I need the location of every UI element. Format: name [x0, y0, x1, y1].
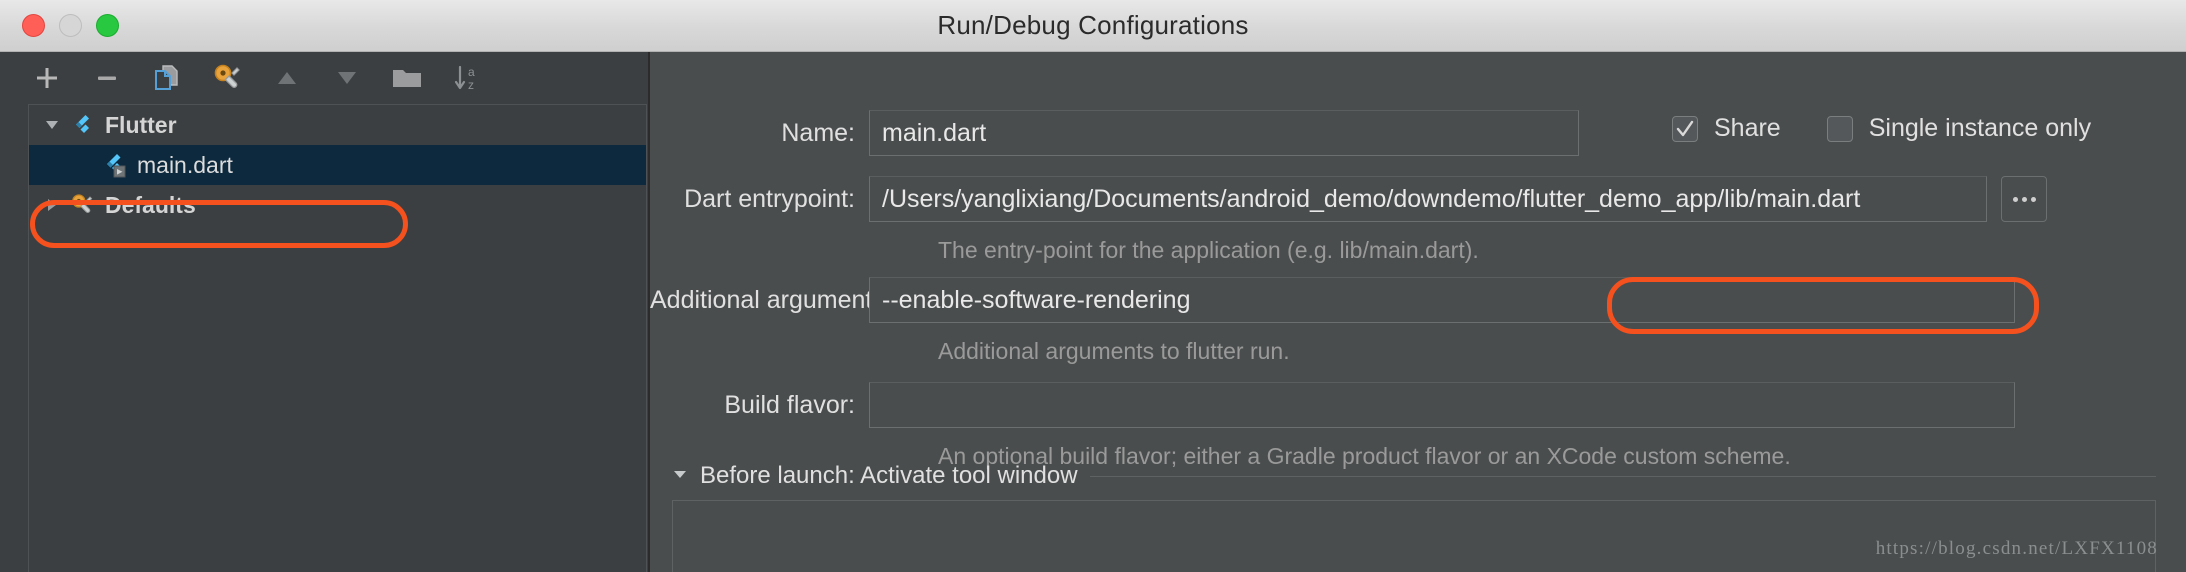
additional-arguments-input[interactable]: --enable-software-rendering — [869, 277, 2015, 323]
dart-entrypoint-browse-button[interactable] — [2001, 176, 2047, 222]
move-up-button[interactable] — [270, 61, 304, 95]
before-launch-rule — [1089, 475, 2156, 477]
build-flavor-label: Build flavor: — [724, 390, 855, 419]
run-debug-configurations-window: Run/Debug Configurations a z Flutter mai… — [0, 0, 2186, 572]
configurations-tree[interactable]: Flutter main.dart Defaults — [28, 104, 647, 572]
chevron-down-icon[interactable] — [672, 466, 688, 487]
chevron-down-icon[interactable] — [37, 116, 67, 134]
build-flavor-input[interactable] — [869, 382, 2015, 428]
triangle-up-icon — [278, 72, 296, 84]
additional-arguments-row: Additional arguments: --enable-software-… — [650, 277, 2186, 323]
traffic-light-group — [22, 14, 119, 37]
flutter-icon — [67, 113, 97, 137]
window-titlebar: Run/Debug Configurations — [0, 0, 2186, 52]
before-launch-header[interactable]: Before launch: Activate tool window — [672, 462, 2186, 490]
tree-item-main-dart[interactable]: main.dart — [29, 145, 646, 185]
tree-item-label: main.dart — [137, 151, 233, 178]
checkmark-icon — [1676, 120, 1694, 136]
triangle-down-icon — [338, 72, 356, 84]
svg-text:z: z — [468, 78, 474, 92]
name-label: Name: — [781, 118, 855, 147]
share-checkbox[interactable] — [1672, 115, 1698, 142]
single-instance-label[interactable]: Single instance only — [1869, 114, 2091, 143]
tree-item-label: Flutter — [105, 111, 177, 138]
single-instance-checkbox[interactable] — [1826, 115, 1853, 142]
remove-button[interactable] — [90, 61, 124, 95]
flutter-run-icon — [99, 152, 129, 178]
before-launch-task-list[interactable] — [672, 500, 2156, 572]
watermark: https://blog.csdn.net/LXFX1108 — [1875, 538, 2158, 559]
build-flavor-row: Build flavor: — [650, 382, 2186, 428]
wrench-icon — [214, 64, 240, 88]
plus-icon — [37, 68, 57, 88]
share-label[interactable]: Share — [1714, 114, 1781, 143]
tree-item-defaults[interactable]: Defaults — [29, 185, 646, 225]
dart-entrypoint-hint: The entry-point for the application (e.g… — [938, 237, 1479, 263]
additional-arguments-label: Additional arguments: — [650, 285, 892, 314]
copy-button[interactable] — [150, 61, 184, 95]
tree-item-flutter[interactable]: Flutter — [29, 105, 646, 145]
additional-arguments-hint: Additional arguments to flutter run. — [938, 338, 1290, 364]
edit-defaults-button[interactable] — [210, 61, 244, 95]
dart-entrypoint-row: Dart entrypoint: /Users/yanglixiang/Docu… — [650, 176, 2186, 222]
copy-icon — [155, 65, 178, 90]
configurations-pane: a z Flutter main.dart Defaults — [0, 52, 648, 572]
chevron-right-icon[interactable] — [37, 196, 67, 214]
name-input[interactable]: main.dart — [869, 110, 1579, 156]
sort-button[interactable]: a z — [450, 61, 484, 95]
svg-text:a: a — [468, 65, 475, 79]
add-button[interactable] — [30, 61, 64, 95]
ellipsis-icon — [2012, 196, 2036, 202]
tree-item-label: Defaults — [105, 191, 196, 218]
configuration-editor-pane: Name: main.dart Share Single instance on… — [650, 52, 2186, 572]
minimize-window-button[interactable] — [59, 14, 82, 37]
new-folder-button[interactable] — [390, 61, 424, 95]
dart-entrypoint-input[interactable]: /Users/yanglixiang/Documents/android_dem… — [869, 176, 1987, 222]
move-down-button[interactable] — [330, 61, 364, 95]
dart-entrypoint-label: Dart entrypoint: — [684, 184, 855, 213]
window-title: Run/Debug Configurations — [937, 10, 1249, 40]
configurations-toolbar: a z — [0, 52, 648, 104]
window-content: a z Flutter main.dart Defaults Name: mai… — [0, 52, 2186, 572]
wrench-icon — [67, 193, 97, 217]
close-window-button[interactable] — [22, 14, 45, 37]
before-launch-label: Before launch: Activate tool window — [700, 462, 1078, 489]
zoom-window-button[interactable] — [96, 14, 119, 37]
share-checkbox-group: Share Single instance only — [1672, 114, 2091, 143]
sort-az-icon: a z — [454, 65, 475, 92]
minus-icon — [98, 76, 116, 80]
folder-icon — [393, 70, 421, 87]
